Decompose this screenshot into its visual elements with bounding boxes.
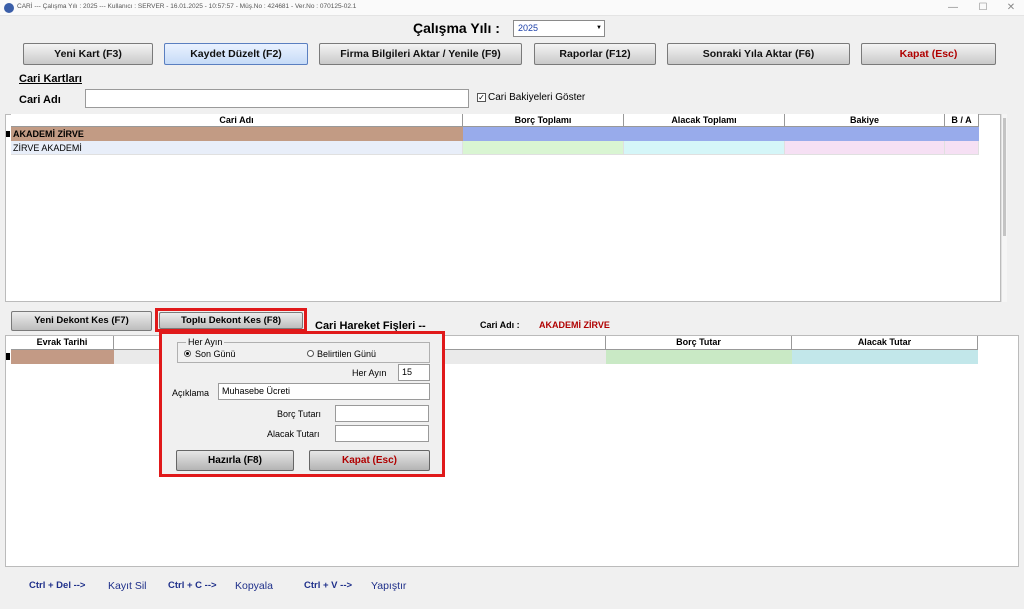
close-button[interactable]: Kapat (Esc) [861,43,996,65]
selected-cari-label: Cari Adı : [480,320,520,330]
debit-amount-input[interactable] [335,405,429,422]
credit-amount-label: Alacak Tutarı [267,429,320,439]
prepare-button[interactable]: Hazırla (F8) [176,450,294,471]
new-voucher-button[interactable]: Yeni Dekont Kes (F7) [11,311,152,331]
last-day-label: Son Günü [195,349,236,359]
app-icon [4,3,14,13]
minimize-button[interactable]: — [940,0,966,16]
description-input[interactable]: Muhasebe Ücreti [218,383,430,400]
cari-name-input[interactable] [85,89,469,108]
table-cell-evrak-tarihi[interactable] [11,350,114,364]
year-select[interactable]: 2025 ▼ [513,20,605,37]
column-header[interactable]: Cari Adı [11,114,463,127]
show-balances-label: Cari Bakiyeleri Göster [488,92,586,103]
chevron-down-icon: ▼ [596,25,602,31]
table-cell-name[interactable]: ZİRVE AKADEMİ [11,141,463,155]
column-header[interactable]: Bakiye [785,114,945,127]
last-day-radio[interactable] [184,350,191,357]
day-number-input[interactable]: 15 [398,364,430,381]
dialog-close-button[interactable]: Kapat (Esc) [309,450,430,471]
bulk-voucher-button[interactable]: Toplu Dekont Kes (F8) [159,312,303,329]
specified-day-label: Belirtilen Günü [317,349,377,359]
scrollbar-thumb[interactable] [1003,118,1006,236]
close-window-button[interactable]: ✕ [998,0,1024,16]
column-header[interactable]: Borç Tutar [606,336,792,350]
window-title: CARİ --- Çalışma Yılı : 2025 --- Kullanı… [17,3,357,10]
firm-info-button[interactable]: Firma Bilgileri Aktar / Yenile (F9) [319,43,522,65]
save-edit-button[interactable]: Kaydet Düzelt (F2) [164,43,308,65]
shortcut-delete-action: Kayıt Sil [108,580,147,592]
day-option-legend: Her Ayın [186,337,225,347]
every-month-label: Her Ayın [352,368,387,378]
table-cell-alacak[interactable] [792,350,978,364]
shortcut-copy-key: Ctrl + C --> [168,580,217,591]
year-label: Çalışma Yılı : [413,20,500,36]
year-value: 2025 [518,23,539,33]
column-header[interactable]: Borç Toplamı [463,114,624,127]
table-cell-borc[interactable] [606,350,792,364]
description-label: Açıklama [172,388,210,398]
cari-name-label: Cari Adı [19,94,61,106]
movements-grid[interactable] [5,335,1019,567]
show-balances-checkbox[interactable]: ✓ [477,93,486,102]
table-cell-borc[interactable] [463,141,624,155]
row-indicator [6,131,10,137]
shortcut-paste-action: Yapıştır [371,580,407,592]
table-cell-alacak[interactable] [624,141,785,155]
maximize-button[interactable]: ☐ [970,0,996,16]
credit-amount-input[interactable] [335,425,429,442]
column-header[interactable]: B / A [945,114,979,127]
table-cell-name[interactable]: AKADEMİ ZİRVE [11,127,463,141]
column-header[interactable]: Alacak Tutar [792,336,978,350]
selected-cari-value: AKADEMİ ZİRVE [539,320,610,330]
column-header[interactable]: Evrak Tarihi [11,336,114,350]
debit-amount-label: Borç Tutarı [277,409,322,419]
reports-button[interactable]: Raporlar (F12) [534,43,656,65]
table-cell-selected[interactable] [463,127,979,141]
row-indicator [6,353,10,360]
table-cell-bakiye[interactable] [785,141,945,155]
specified-day-radio[interactable] [307,350,314,357]
table-cell-ba[interactable] [945,141,979,155]
shortcut-copy-action: Kopyala [235,580,273,592]
new-card-button[interactable]: Yeni Kart (F3) [23,43,153,65]
column-header[interactable]: Alacak Toplamı [624,114,785,127]
shortcut-paste-key: Ctrl + V --> [304,580,353,591]
section-title: Cari Kartları [19,73,82,85]
shortcut-delete-key: Ctrl + Del --> [29,580,86,591]
next-year-button[interactable]: Sonraki Yıla Aktar (F6) [667,43,850,65]
